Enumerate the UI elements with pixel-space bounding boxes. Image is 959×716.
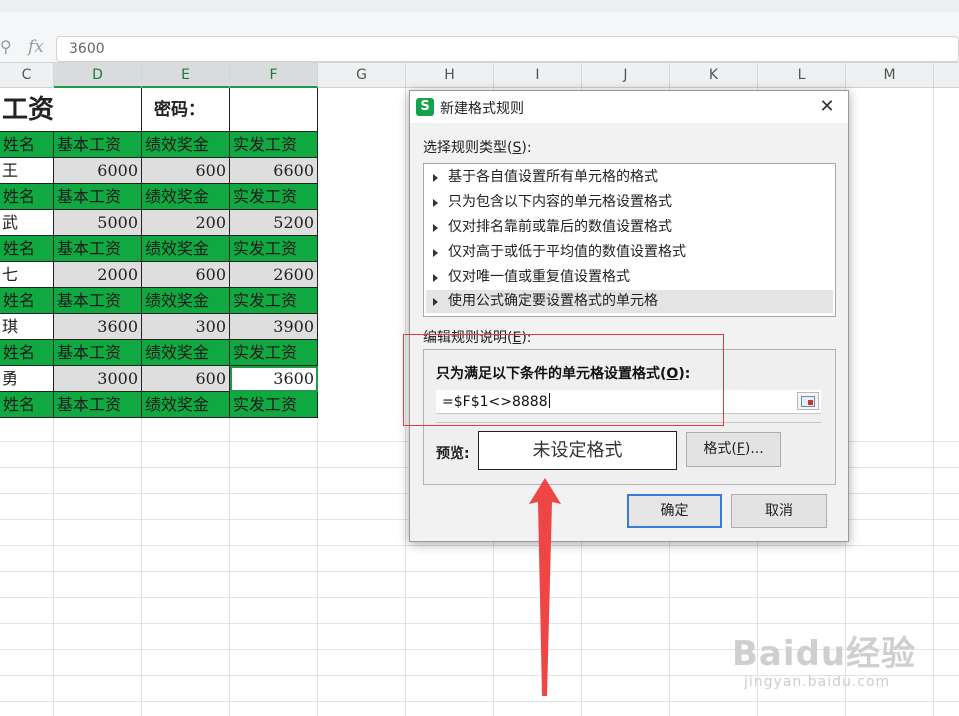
bonus[interactable]: 600 bbox=[142, 158, 230, 184]
total-salary[interactable]: 3900 bbox=[230, 314, 318, 340]
formula-bar: ⚲ fx 3600 bbox=[0, 12, 959, 63]
dialog-title-bar[interactable]: S 新建格式规则 ✕ bbox=[410, 91, 848, 123]
triangle-right-icon bbox=[433, 174, 438, 182]
employee-name[interactable]: 七 bbox=[0, 262, 54, 288]
triangle-right-icon bbox=[433, 199, 438, 207]
rule-type-item[interactable]: 只为包含以下内容的单元格设置格式 bbox=[426, 191, 833, 214]
triangle-right-icon bbox=[433, 249, 438, 257]
header-name[interactable]: 姓名 bbox=[0, 340, 54, 366]
header-bonus[interactable]: 绩效奖金 bbox=[142, 184, 230, 210]
total-salary[interactable]: 2600 bbox=[230, 262, 318, 288]
header-total[interactable]: 实发工资 bbox=[230, 288, 318, 314]
total-salary[interactable]: 5200 bbox=[230, 210, 318, 236]
column-header-h[interactable]: H bbox=[406, 63, 494, 88]
annotation-arrow bbox=[529, 478, 561, 696]
bonus[interactable]: 600 bbox=[142, 262, 230, 288]
header-total[interactable]: 实发工资 bbox=[230, 236, 318, 262]
header-name[interactable]: 姓名 bbox=[0, 184, 54, 210]
bonus[interactable]: 300 bbox=[142, 314, 230, 340]
header-name[interactable]: 姓名 bbox=[0, 392, 54, 418]
total-salary-selected[interactable]: 3600 bbox=[230, 366, 318, 392]
column-header-j[interactable]: J bbox=[582, 63, 670, 88]
column-header-l[interactable]: L bbox=[758, 63, 846, 88]
rule-type-item[interactable]: 仅对高于或低于平均值的数值设置格式 bbox=[426, 241, 833, 264]
bonus[interactable]: 200 bbox=[142, 210, 230, 236]
formula-input[interactable]: 3600 bbox=[56, 36, 959, 62]
column-header-f[interactable]: F bbox=[230, 63, 318, 88]
header-total[interactable]: 实发工资 bbox=[230, 184, 318, 210]
bonus[interactable]: 600 bbox=[142, 366, 230, 392]
header-bonus[interactable]: 绩效奖金 bbox=[142, 132, 230, 158]
rule-type-item[interactable]: 基于各自值设置所有单元格的格式 bbox=[426, 166, 833, 189]
column-header-d[interactable]: D bbox=[54, 63, 142, 88]
baidu-logo: Baidu经验 bbox=[732, 634, 917, 674]
header-total[interactable]: 实发工资 bbox=[230, 340, 318, 366]
column-header-m[interactable]: M bbox=[846, 63, 934, 88]
column-header-k[interactable]: K bbox=[670, 63, 758, 88]
header-total[interactable]: 实发工资 bbox=[230, 132, 318, 158]
sheet-title[interactable]: 工资 bbox=[0, 88, 142, 132]
rule-type-list[interactable]: 基于各自值设置所有单元格的格式 只为包含以下内容的单元格设置格式 仅对排名靠前或… bbox=[423, 163, 836, 317]
header-bonus[interactable]: 绩效奖金 bbox=[142, 236, 230, 262]
header-total[interactable]: 实发工资 bbox=[230, 392, 318, 418]
header-bonus[interactable]: 绩效奖金 bbox=[142, 340, 230, 366]
select-rule-type-label: 选择规则类型(S): bbox=[423, 140, 532, 156]
employee-name[interactable]: 王 bbox=[0, 158, 54, 184]
header-base[interactable]: 基本工资 bbox=[54, 288, 142, 314]
column-header-i[interactable]: I bbox=[494, 63, 582, 88]
column-header-g[interactable]: G bbox=[318, 63, 406, 88]
cancel-button[interactable]: 取消 bbox=[731, 494, 827, 528]
base-salary[interactable]: 3600 bbox=[54, 314, 142, 340]
header-bonus[interactable]: 绩效奖金 bbox=[142, 392, 230, 418]
column-header-c[interactable]: C bbox=[0, 63, 54, 88]
employee-name[interactable]: 琪 bbox=[0, 314, 54, 340]
column-header-n[interactable] bbox=[934, 63, 959, 88]
annotation-highlight-box bbox=[403, 334, 724, 426]
base-salary[interactable]: 5000 bbox=[54, 210, 142, 236]
rule-type-item[interactable]: 仅对排名靠前或靠后的数值设置格式 bbox=[426, 216, 833, 239]
password-label[interactable]: 密码： bbox=[142, 88, 230, 132]
employee-name[interactable]: 勇 bbox=[0, 366, 54, 392]
baidu-watermark: Baidu经验 jingyan.baidu.com bbox=[732, 626, 952, 706]
format-button[interactable]: 格式(F)... bbox=[686, 432, 781, 467]
header-base[interactable]: 基本工资 bbox=[54, 236, 142, 262]
header-base[interactable]: 基本工资 bbox=[54, 392, 142, 418]
close-button[interactable]: ✕ bbox=[816, 96, 838, 118]
format-preview: 未设定格式 bbox=[478, 431, 677, 470]
header-base[interactable]: 基本工资 bbox=[54, 340, 142, 366]
new-format-rule-dialog: S 新建格式规则 ✕ 选择规则类型(S): 基于各自值设置所有单元格的格式 只为… bbox=[409, 90, 849, 542]
triangle-right-icon bbox=[433, 274, 438, 282]
dialog-title: 新建格式规则 bbox=[440, 101, 524, 117]
header-bonus[interactable]: 绩效奖金 bbox=[142, 288, 230, 314]
base-salary[interactable]: 3000 bbox=[54, 366, 142, 392]
range-select-icon[interactable] bbox=[797, 392, 819, 410]
base-salary[interactable]: 2000 bbox=[54, 262, 142, 288]
header-base[interactable]: 基本工资 bbox=[54, 132, 142, 158]
rule-type-item-selected[interactable]: 使用公式确定要设置格式的单元格 bbox=[426, 290, 833, 313]
fx-icon[interactable]: fx bbox=[28, 37, 44, 57]
triangle-right-icon bbox=[433, 224, 438, 232]
header-name[interactable]: 姓名 bbox=[0, 132, 54, 158]
zoom-icon[interactable]: ⚲ bbox=[0, 38, 18, 56]
header-name[interactable]: 姓名 bbox=[0, 236, 54, 262]
preview-label: 预览: bbox=[436, 446, 470, 462]
header-name[interactable]: 姓名 bbox=[0, 288, 54, 314]
column-header-e[interactable]: E bbox=[142, 63, 230, 88]
employee-name[interactable]: 武 bbox=[0, 210, 54, 236]
ok-button[interactable]: 确定 bbox=[627, 494, 722, 528]
watermark-url: jingyan.baidu.com bbox=[744, 674, 891, 690]
total-salary[interactable]: 6600 bbox=[230, 158, 318, 184]
header-base[interactable]: 基本工资 bbox=[54, 184, 142, 210]
wps-sheet-icon: S bbox=[416, 98, 434, 116]
triangle-right-icon bbox=[433, 298, 438, 306]
base-salary[interactable]: 6000 bbox=[54, 158, 142, 184]
password-cell[interactable] bbox=[230, 88, 318, 132]
rule-type-item[interactable]: 仅对唯一值或重复值设置格式 bbox=[426, 266, 833, 289]
